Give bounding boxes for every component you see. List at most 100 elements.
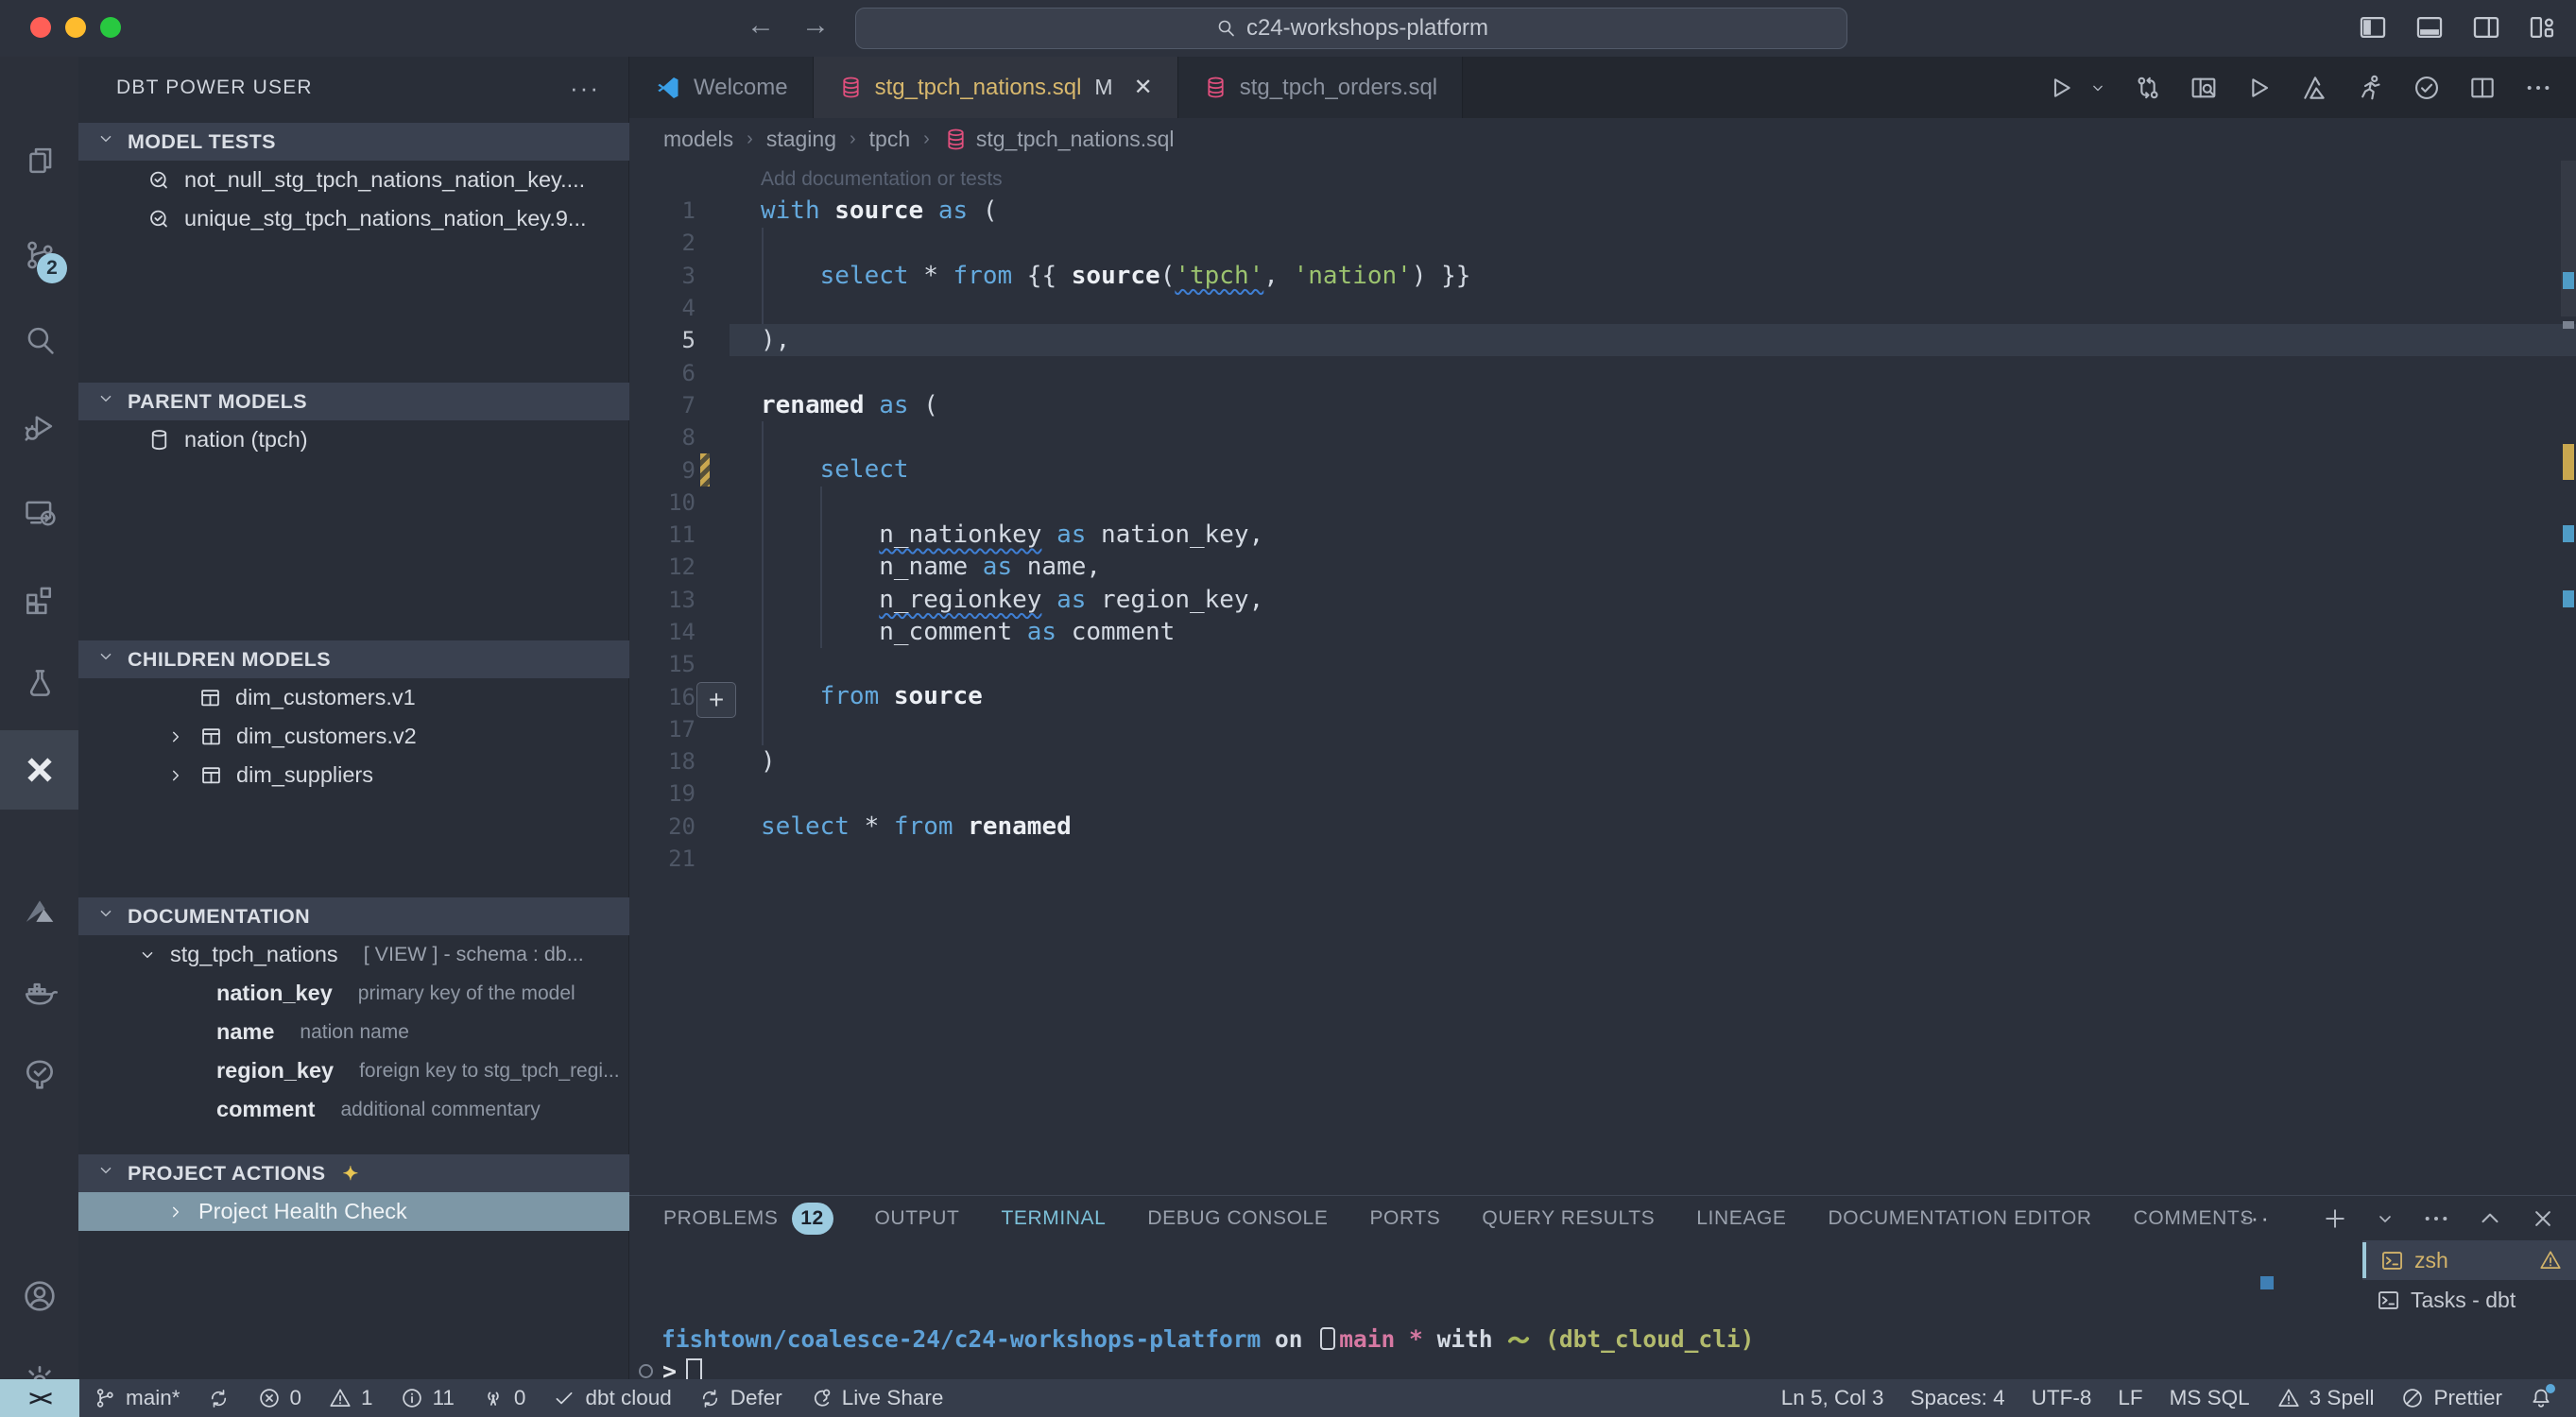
list-item[interactable]: Project Health Check bbox=[78, 1192, 629, 1231]
panel-tab-comments[interactable]: COMMENTS bbox=[2134, 1207, 2254, 1230]
code-line[interactable]: 3 select * from {{ source('tpch', 'natio… bbox=[629, 260, 2576, 292]
status-live-share[interactable]: Live Share bbox=[796, 1379, 957, 1417]
activity-bar-item-testing[interactable] bbox=[0, 643, 78, 723]
activity-bar-item-code-review[interactable] bbox=[0, 1035, 78, 1115]
status-defer[interactable]: Defer bbox=[685, 1379, 796, 1417]
compare-changes-button[interactable] bbox=[2133, 73, 2163, 103]
run-model-button[interactable] bbox=[2356, 73, 2386, 103]
status-11[interactable]: 11 bbox=[386, 1379, 468, 1417]
activity-bar-item-docker[interactable] bbox=[0, 952, 78, 1032]
doc-tree-root[interactable]: stg_tpch_nations[ VIEW ] - schema : db..… bbox=[78, 935, 629, 974]
code-line[interactable]: 16 from source bbox=[629, 680, 2576, 712]
code-line[interactable]: 14 n_comment as comment bbox=[629, 616, 2576, 648]
activity-bar-item-remote-explorer[interactable] bbox=[0, 473, 78, 553]
editor-tab-stg-tpch-orders-sql[interactable]: stg_tpch_orders.sql bbox=[1178, 57, 1463, 118]
toggle-panel-button[interactable] bbox=[2413, 11, 2446, 43]
code-line[interactable]: 15 bbox=[629, 648, 2576, 680]
terminal-profile-dropdown-button[interactable] bbox=[2374, 1207, 2396, 1230]
panel-tab-output[interactable]: OUTPUT bbox=[875, 1207, 960, 1230]
status-utf-8[interactable]: UTF-8 bbox=[2018, 1379, 2105, 1417]
breadcrumb[interactable]: models›staging›tpch›stg_tpch_nations.sql bbox=[629, 118, 2576, 161]
more-actions-button[interactable] bbox=[2523, 73, 2553, 103]
status-dbt-cloud[interactable]: dbt cloud bbox=[539, 1379, 684, 1417]
status-1[interactable]: 1 bbox=[315, 1379, 386, 1417]
panel-tab-documentation-editor[interactable]: DOCUMENTATION EDITOR bbox=[1829, 1207, 2092, 1230]
editor-tab-stg-tpch-nations-sql[interactable]: stg_tpch_nations.sqlM✕ bbox=[814, 57, 1178, 118]
panel-tab-ports[interactable]: PORTS bbox=[1369, 1207, 1440, 1230]
chevron-down-icon[interactable] bbox=[2088, 78, 2107, 97]
panel-tab-debug-console[interactable]: DEBUG CONSOLE bbox=[1147, 1207, 1328, 1230]
breadcrumb-file[interactable]: stg_tpch_nations.sql bbox=[943, 127, 1175, 152]
panel-tab-query-results[interactable]: QUERY RESULTS bbox=[1482, 1207, 1655, 1230]
terminal-instance-tasks-dbt[interactable]: Tasks - dbt bbox=[2362, 1280, 2576, 1320]
status-0[interactable]: 0 bbox=[244, 1379, 316, 1417]
code-line[interactable]: 9 select bbox=[629, 453, 2576, 486]
terminal-instance-zsh[interactable]: zsh bbox=[2362, 1240, 2576, 1280]
zoom-window-button[interactable] bbox=[100, 17, 121, 38]
code-line[interactable]: 7renamed as ( bbox=[629, 389, 2576, 421]
new-terminal-button[interactable] bbox=[2321, 1204, 2349, 1233]
section-header[interactable]: PROJECT ACTIONS✦ bbox=[78, 1154, 629, 1192]
code-line[interactable]: 5), bbox=[629, 324, 2576, 356]
forward-button[interactable]: → bbox=[801, 9, 830, 42]
terminal-viewport[interactable]: fishtown/coalesce-24/c24-workshops-platf… bbox=[629, 1240, 2362, 1380]
more-actions-button[interactable] bbox=[2421, 1204, 2451, 1234]
code-line[interactable]: 12 n_name as name, bbox=[629, 551, 2576, 583]
code-line[interactable]: 19 bbox=[629, 777, 2576, 810]
section-header[interactable]: PARENT MODELS bbox=[78, 383, 629, 420]
breadcrumb-item[interactable]: staging bbox=[766, 127, 836, 152]
code-editor[interactable]: Add documentation or tests 1with source … bbox=[629, 161, 2576, 1252]
code-line[interactable]: 4 bbox=[629, 292, 2576, 324]
code-line[interactable]: 8 bbox=[629, 421, 2576, 453]
add-inline-button[interactable]: + bbox=[696, 682, 736, 718]
status-bell[interactable] bbox=[2516, 1379, 2567, 1417]
close-icon[interactable]: ✕ bbox=[1134, 74, 1153, 101]
close-panel-button[interactable] bbox=[2529, 1204, 2557, 1233]
list-item[interactable]: not_null_stg_tpch_nations_nation_key.... bbox=[78, 161, 629, 199]
editor-tab-welcome[interactable]: Welcome bbox=[629, 57, 814, 118]
status-main-[interactable]: main* bbox=[79, 1379, 194, 1417]
section-header[interactable]: DOCUMENTATION bbox=[78, 897, 629, 935]
status-prettier[interactable]: Prettier bbox=[2387, 1379, 2516, 1417]
code-line[interactable]: 1with source as ( bbox=[629, 195, 2576, 227]
list-item[interactable]: dim_suppliers bbox=[78, 756, 629, 794]
breadcrumb-item[interactable]: tpch bbox=[869, 127, 910, 152]
status-ln-5-col-3[interactable]: Ln 5, Col 3 bbox=[1768, 1379, 1898, 1417]
code-line[interactable]: 2 bbox=[629, 227, 2576, 259]
panel-tabs-overflow[interactable]: ··· bbox=[2241, 1196, 2271, 1240]
list-item[interactable]: unique_stg_tpch_nations_nation_key.9... bbox=[78, 199, 629, 238]
editor-scrollbar[interactable] bbox=[2561, 161, 2576, 316]
status-sync[interactable] bbox=[194, 1379, 244, 1417]
code-line[interactable]: 13 n_regionkey as region_key, bbox=[629, 584, 2576, 616]
code-line[interactable]: 17 bbox=[629, 713, 2576, 745]
back-button[interactable]: ← bbox=[747, 9, 775, 42]
activity-bar-item-extensions[interactable] bbox=[0, 558, 78, 638]
status-lf[interactable]: LF bbox=[2104, 1379, 2155, 1417]
minimize-window-button[interactable] bbox=[65, 17, 86, 38]
activity-bar-item-accounts[interactable] bbox=[0, 1256, 78, 1336]
status-spaces-4[interactable]: Spaces: 4 bbox=[1898, 1379, 2018, 1417]
activity-bar-item-run-and-debug[interactable] bbox=[0, 387, 78, 467]
section-header[interactable]: MODEL TESTS bbox=[78, 123, 629, 161]
execute-sql-button[interactable] bbox=[2244, 73, 2275, 103]
run-with-dropdown-button[interactable] bbox=[2048, 73, 2078, 103]
split-editor-button[interactable] bbox=[2467, 73, 2498, 103]
customize-layout-button[interactable] bbox=[2527, 11, 2559, 43]
code-line[interactable]: 20select * from renamed bbox=[629, 811, 2576, 843]
toggle-primary-sidebar-button[interactable] bbox=[2357, 11, 2389, 43]
code-line[interactable]: 18) bbox=[629, 745, 2576, 777]
activity-bar-item-dbt-cloud[interactable] bbox=[0, 872, 78, 951]
panel-tab-lineage[interactable]: LINEAGE bbox=[1696, 1207, 1786, 1230]
code-line[interactable]: 21 bbox=[629, 843, 2576, 875]
status-0[interactable]: 0 bbox=[468, 1379, 540, 1417]
sidebar-more-actions[interactable]: ··· bbox=[570, 74, 600, 103]
maximize-panel-button[interactable] bbox=[2476, 1204, 2504, 1233]
panel-tab-terminal[interactable]: TERMINAL bbox=[1001, 1207, 1106, 1230]
codelens-action[interactable]: Add documentation or tests bbox=[761, 168, 1003, 191]
activity-bar-item-search[interactable] bbox=[0, 300, 78, 380]
remote-indicator[interactable]: >< bbox=[0, 1379, 79, 1417]
doc-field-row[interactable]: namenation name bbox=[78, 1013, 629, 1051]
code-line[interactable]: 10 bbox=[629, 487, 2576, 519]
status-ms-sql[interactable]: MS SQL bbox=[2156, 1379, 2263, 1417]
doc-field-row[interactable]: region_keyforeign key to stg_tpch_regi..… bbox=[78, 1051, 629, 1090]
